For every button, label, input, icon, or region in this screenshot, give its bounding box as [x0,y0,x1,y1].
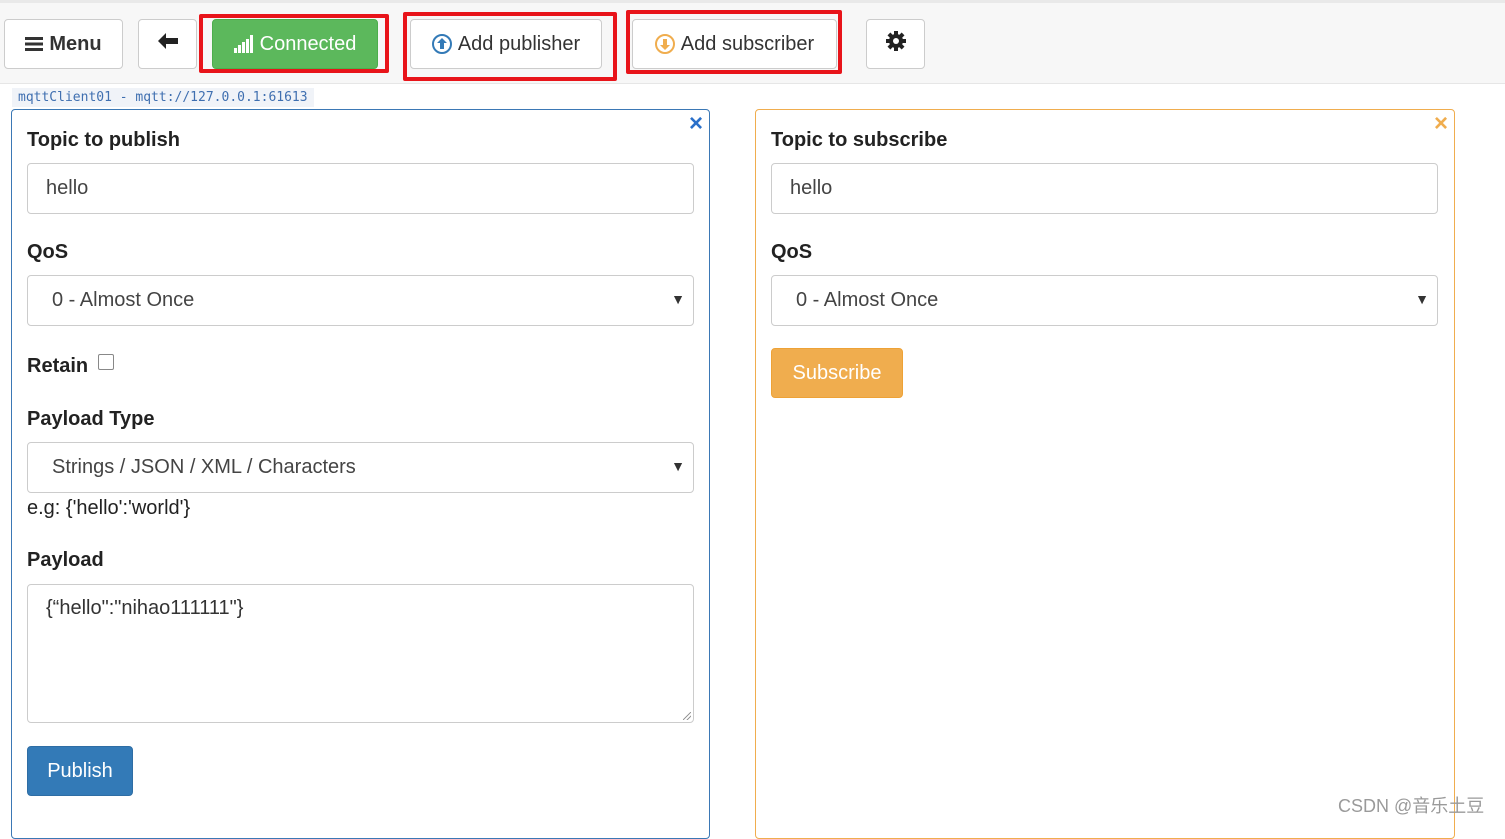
payload-value: {“hello":"nihao111111"} [46,597,244,619]
retain-label: Retain [27,355,89,377]
add-subscriber-button[interactable]: Add subscriber [632,19,837,69]
subscribe-qos-label: QoS [771,241,813,263]
publisher-panel: × Topic to publish hello QoS 0 - Almost … [11,109,710,839]
payload-type-select[interactable]: Strings / JSON / XML / Characters ▼ [27,442,694,493]
subscribe-qos-select[interactable]: 0 - Almost Once ▼ [771,275,1438,326]
watermark: CSDN @音乐土豆 [1338,796,1485,816]
toolbar: Menu Connected Add publisher Add subscri… [0,0,1505,84]
retain-checkbox[interactable] [98,354,114,370]
back-button[interactable] [138,19,197,69]
top-divider [0,0,1505,3]
subscribe-button[interactable]: Subscribe [771,348,903,398]
payload-textarea[interactable]: {“hello":"nihao111111"} [27,584,694,723]
publish-topic-input[interactable]: hello [27,163,694,214]
gear-icon [885,31,906,57]
arrow-left-icon [157,32,179,56]
circle-arrow-down-icon [654,34,675,54]
chevron-down-icon: ▼ [671,458,685,474]
publish-button[interactable]: Publish [27,746,133,796]
publish-topic-value: hello [46,177,89,199]
publish-qos-label: QoS [27,241,69,263]
close-subscriber-icon[interactable]: × [1434,112,1448,136]
subscribe-topic-input[interactable]: hello [771,163,1438,214]
resize-handle[interactable] [683,712,691,720]
topic-to-publish-label: Topic to publish [27,129,180,151]
settings-button[interactable] [866,19,925,69]
chevron-down-icon: ▼ [671,291,685,307]
subscriber-panel: × Topic to subscribe hello QoS 0 - Almos… [755,109,1455,839]
menu-label: Menu [49,32,102,55]
circle-arrow-up-icon [431,34,452,54]
close-publisher-icon[interactable]: × [689,112,703,136]
subscribe-topic-value: hello [790,177,833,199]
subscribe-qos-value: 0 - Almost Once [796,289,939,311]
payload-hint: e.g: {'hello':'world'} [27,497,191,519]
hamburger-icon [25,36,44,52]
connected-button[interactable]: Connected [212,19,378,69]
payload-type-value: Strings / JSON / XML / Characters [52,456,356,478]
add-publisher-label: Add publisher [457,32,581,55]
topic-to-subscribe-label: Topic to subscribe [771,129,948,151]
connected-label: Connected [259,32,357,55]
chevron-down-icon: ▼ [1415,291,1429,307]
menu-button[interactable]: Menu [4,19,123,69]
publish-qos-value: 0 - Almost Once [52,289,195,311]
publish-qos-select[interactable]: 0 - Almost Once ▼ [27,275,694,326]
add-subscriber-label: Add subscriber [680,32,815,55]
payload-label: Payload [27,549,104,571]
add-publisher-button[interactable]: Add publisher [410,19,602,69]
signal-bars-icon [233,35,254,53]
connection-label: mqttClient01 - mqtt://127.0.0.1:61613 [12,88,314,107]
payload-type-label: Payload Type [27,408,155,430]
